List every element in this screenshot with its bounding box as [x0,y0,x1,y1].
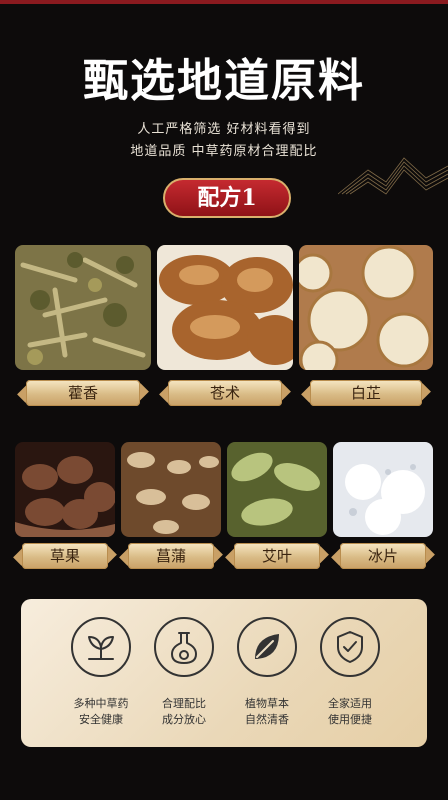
atractylodes-photo [157,245,293,370]
feature-line1: 多种中草药 [73,697,129,710]
leaf-icon [237,617,297,677]
feature-line1: 全家适用 [328,697,372,710]
subtitle-line-1: 人工严格筛选 好材料看得到 [137,122,311,137]
borneol-photo [333,442,433,537]
feature-line1: 植物草本 [245,697,289,710]
ingredient-label-borneol: 冰片 [340,543,426,569]
mountain-decoration [338,157,448,195]
angelica-photo [299,245,433,370]
page-title: 甄选地道原料 [82,54,365,107]
ingredient-label-angelica: 白芷 [310,380,422,406]
features-panel: 多种中草药 安全健康 合理配比 成分放心 植物草本 自然清香 全家适用 使用便捷 [21,599,427,747]
feature-text-herbs: 多种中草药 安全健康 [61,696,141,728]
top-accent-bar [0,0,448,4]
feature-line2: 安全健康 [79,713,123,726]
herb-leaf-icon [71,617,131,677]
calamus-photo [121,442,221,537]
ingredient-label-calamus: 菖蒲 [128,543,214,569]
ingredient-label-patchouli: 藿香 [26,380,140,406]
ingredient-label-tsaoko: 草果 [22,543,108,569]
feature-text-family: 全家适用 使用便捷 [310,696,390,728]
feature-line2: 自然清香 [245,713,289,726]
mugwort-photo [227,442,327,537]
feature-line2: 成分放心 [162,713,206,726]
feature-line1: 合理配比 [162,697,206,710]
ingredient-label-atractylodes: 苍术 [168,380,282,406]
formula-badge: 配方1 [163,178,291,218]
ingredient-label-mugwort: 艾叶 [234,543,320,569]
feature-text-ratio: 合理配比 成分放心 [144,696,224,728]
tsaoko-photo [15,442,115,537]
flask-icon [154,617,214,677]
shield-check-icon [320,617,380,677]
feature-line2: 使用便捷 [328,713,372,726]
feature-text-plant: 植物草本 自然清香 [227,696,307,728]
patchouli-photo [15,245,151,370]
